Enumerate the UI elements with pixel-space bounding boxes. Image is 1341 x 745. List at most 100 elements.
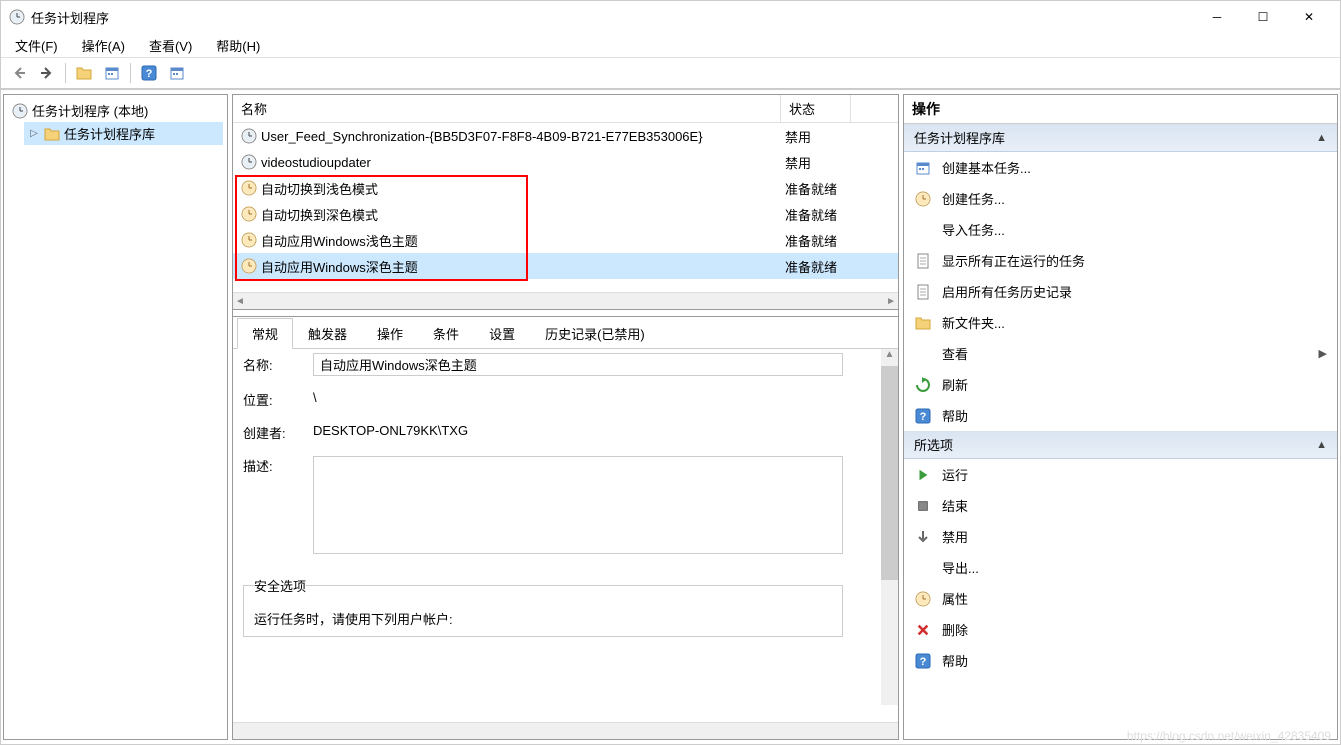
action-disable[interactable]: 禁用 <box>904 521 1337 552</box>
maximize-button[interactable]: ☐ <box>1240 1 1286 33</box>
forward-button[interactable] <box>35 61 59 85</box>
desc-label: 描述: <box>243 456 313 475</box>
minimize-button[interactable]: ─ <box>1194 1 1240 33</box>
tab-history[interactable]: 历史记录(已禁用) <box>530 318 660 349</box>
task-status: 准备就绪 <box>785 205 855 224</box>
back-arrow-icon <box>11 65 27 81</box>
clock-icon <box>9 9 25 25</box>
clock-orange-icon <box>241 232 257 248</box>
help-icon <box>141 65 157 81</box>
stop-icon <box>916 499 930 513</box>
tree-library[interactable]: ▷ 任务计划程序库 <box>24 122 223 145</box>
action-label: 新文件夹... <box>942 313 1005 332</box>
action-label: 帮助 <box>942 651 968 670</box>
clock-icon <box>241 128 257 144</box>
tree-root[interactable]: 任务计划程序 (本地) <box>8 99 223 122</box>
task-name: 自动切换到浅色模式 <box>261 179 378 198</box>
action-delete[interactable]: 删除 <box>904 614 1337 645</box>
task-row[interactable]: 自动切换到浅色模式 准备就绪 <box>233 175 898 201</box>
action-run[interactable]: 运行 <box>904 459 1337 490</box>
forward-arrow-icon <box>39 65 55 81</box>
toolbar <box>1 57 1340 89</box>
details-tabs: 常规 触发器 操作 条件 设置 历史记录(已禁用) <box>233 317 898 349</box>
action-help[interactable]: 帮助 <box>904 645 1337 676</box>
horizontal-scrollbar[interactable]: ◄► <box>233 292 898 309</box>
close-button[interactable]: ✕ <box>1286 1 1332 33</box>
column-name[interactable]: 名称 <box>233 95 781 122</box>
tab-triggers[interactable]: 触发器 <box>293 318 362 349</box>
action-label: 帮助 <box>942 406 968 425</box>
action-label: 启用所有任务历史记录 <box>942 282 1072 301</box>
actions-section-selected[interactable]: 所选项 ▲ <box>904 431 1337 459</box>
task-list[interactable]: User_Feed_Synchronization-{BB5D3F07-F8F8… <box>233 123 898 292</box>
actions-section-library[interactable]: 任务计划程序库 ▲ <box>904 124 1337 152</box>
task-row[interactable]: 自动切换到深色模式 准备就绪 <box>233 201 898 227</box>
collapse-icon[interactable]: ▲ <box>1316 132 1327 144</box>
refresh-icon <box>915 377 931 393</box>
clock-orange-icon <box>915 591 931 607</box>
desc-textarea[interactable] <box>313 456 843 554</box>
help-button[interactable] <box>137 61 161 85</box>
clock-orange-icon <box>241 258 257 274</box>
tab-actions[interactable]: 操作 <box>362 318 418 349</box>
menu-file[interactable]: 文件(F) <box>9 34 64 57</box>
action-refresh[interactable]: 刷新 <box>904 369 1337 400</box>
properties-button[interactable] <box>100 61 124 85</box>
clock-icon <box>241 154 257 170</box>
task-name: User_Feed_Synchronization-{BB5D3F07-F8F8… <box>261 129 703 144</box>
section-title-label: 所选项 <box>914 435 953 454</box>
vertical-scrollbar[interactable]: ▲ <box>881 349 898 705</box>
action-end[interactable]: 结束 <box>904 490 1337 521</box>
play-icon <box>916 468 930 482</box>
task-list-header: 名称 状态 <box>233 95 898 123</box>
tab-conditions[interactable]: 条件 <box>418 318 474 349</box>
name-input[interactable] <box>313 353 843 376</box>
up-button[interactable] <box>72 61 96 85</box>
menu-help[interactable]: 帮助(H) <box>210 34 266 57</box>
action-properties[interactable]: 属性 <box>904 583 1337 614</box>
action-create-basic[interactable]: 创建基本任务... <box>904 152 1337 183</box>
action-view[interactable]: 查看▶ <box>904 338 1337 369</box>
task-status: 禁用 <box>785 127 855 146</box>
task-row[interactable]: User_Feed_Synchronization-{BB5D3F07-F8F8… <box>233 123 898 149</box>
tree-expand-icon[interactable]: ▷ <box>28 128 40 139</box>
tab-general[interactable]: 常规 <box>237 318 293 349</box>
action-show-running[interactable]: 显示所有正在运行的任务 <box>904 245 1337 276</box>
action-create-task[interactable]: 创建任务... <box>904 183 1337 214</box>
task-row[interactable]: videostudioupdater 禁用 <box>233 149 898 175</box>
tree-root-label: 任务计划程序 (本地) <box>32 101 148 120</box>
action-label: 创建基本任务... <box>942 158 1031 177</box>
action-label: 查看 <box>942 344 968 363</box>
task-row[interactable]: 自动应用Windows浅色主题 准备就绪 <box>233 227 898 253</box>
tab-settings[interactable]: 设置 <box>474 318 530 349</box>
horizontal-scrollbar[interactable] <box>233 722 898 739</box>
clock-orange-icon <box>915 191 931 207</box>
task-name: 自动应用Windows深色主题 <box>261 257 418 276</box>
back-button[interactable] <box>7 61 31 85</box>
watermark: https://blog.csdn.net/weixin_42835409 <box>1127 729 1331 743</box>
task-name: 自动切换到深色模式 <box>261 205 378 224</box>
action-help[interactable]: 帮助 <box>904 400 1337 431</box>
menu-operation[interactable]: 操作(A) <box>76 34 131 57</box>
clock-orange-icon <box>241 180 257 196</box>
security-account-label: 运行任务时，请使用下列用户帐户: <box>254 609 832 628</box>
arrow-down-icon <box>915 529 931 545</box>
section-title-label: 任务计划程序库 <box>914 128 1005 147</box>
action-new-folder[interactable]: 新文件夹... <box>904 307 1337 338</box>
menu-bar: 文件(F) 操作(A) 查看(V) 帮助(H) <box>1 33 1340 57</box>
column-status[interactable]: 状态 <box>781 95 851 122</box>
task-row[interactable]: 自动应用Windows深色主题 准备就绪 <box>233 253 898 279</box>
creator-value: DESKTOP-ONL79KK\TXG <box>313 423 468 438</box>
doc-icon <box>915 253 931 269</box>
action-import-task[interactable]: 导入任务... <box>904 214 1337 245</box>
help-icon <box>915 653 931 669</box>
action-label: 创建任务... <box>942 189 1005 208</box>
menu-view[interactable]: 查看(V) <box>143 34 198 57</box>
action-export[interactable]: 导出... <box>904 552 1337 583</box>
collapse-icon[interactable]: ▲ <box>1316 439 1327 451</box>
action-enable-history[interactable]: 启用所有任务历史记录 <box>904 276 1337 307</box>
tree-library-label: 任务计划程序库 <box>64 124 155 143</box>
toolbar-separator <box>65 63 66 83</box>
preview-button[interactable] <box>165 61 189 85</box>
folder-icon <box>915 315 931 331</box>
